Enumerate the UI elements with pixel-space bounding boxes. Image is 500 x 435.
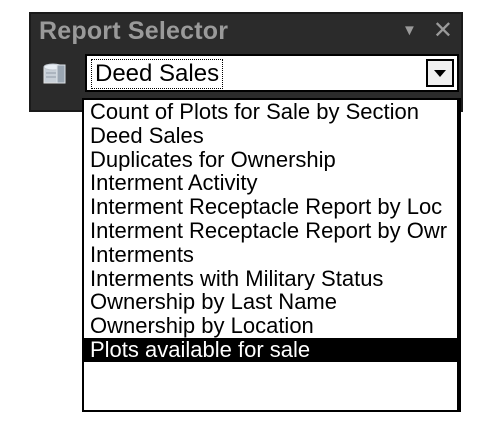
report-dropdown-list[interactable]: Count of Plots for Sale by Section Deed … [82, 98, 461, 412]
list-item[interactable]: Ownership by Location [84, 314, 457, 338]
close-icon[interactable]: ✕ [433, 19, 453, 43]
list-item[interactable]: Interments with Military Status [84, 267, 457, 291]
list-item[interactable]: Interments [84, 243, 457, 267]
list-item[interactable]: Count of Plots for Sale by Section [84, 100, 457, 124]
report-combo-box[interactable]: Deed Sales [85, 54, 459, 92]
list-item[interactable]: Interment Receptacle Report by Owr [84, 219, 457, 243]
combo-dropdown-button[interactable] [426, 59, 454, 87]
report-selector-panel: Report Selector ▼ ✕ Deed Sales [29, 12, 463, 112]
chevron-down-icon [434, 69, 446, 77]
list-item[interactable]: Ownership by Last Name [84, 290, 457, 314]
list-item-highlighted[interactable]: Plots available for sale [84, 337, 457, 362]
panel-controls: ▼ ✕ [402, 19, 453, 43]
panel-titlebar: Report Selector ▼ ✕ [31, 14, 461, 50]
list-item[interactable]: Duplicates for Ownership [84, 148, 457, 172]
list-item[interactable]: Deed Sales [84, 124, 457, 148]
database-icon [41, 61, 67, 87]
list-item[interactable]: Interment Receptacle Report by Loc [84, 195, 457, 219]
panel-menu-icon[interactable]: ▼ [402, 20, 417, 42]
panel-title: Report Selector [39, 17, 229, 45]
list-item[interactable]: Interment Activity [84, 171, 457, 195]
combo-selected-value[interactable]: Deed Sales [91, 59, 224, 89]
